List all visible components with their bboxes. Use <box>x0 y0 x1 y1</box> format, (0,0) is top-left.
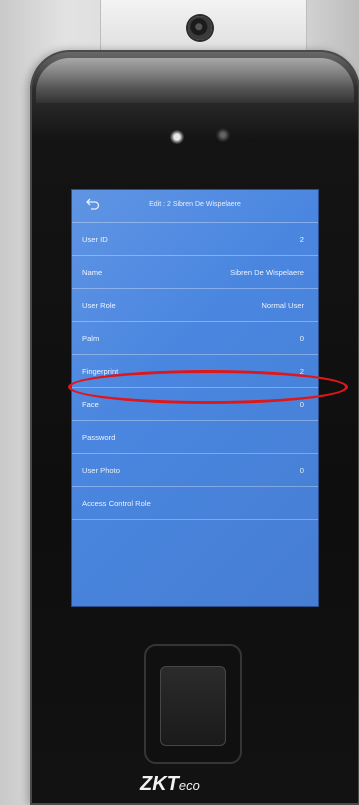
row-value: 0 <box>299 466 304 475</box>
face-row-highlight <box>68 370 348 404</box>
camera-lens-icon <box>216 128 230 142</box>
row-label: User ID <box>82 235 108 244</box>
row-label: User Photo <box>82 466 120 475</box>
title-bar: Edit : 2 Sibren De Wispelaere <box>72 190 318 222</box>
brand-logo: ZKTeco <box>140 773 200 796</box>
logo-suffix: eco <box>178 778 200 793</box>
logo-main: ZKT <box>140 773 179 795</box>
fingerprint-window <box>160 666 226 746</box>
row-label: Access Control Role <box>82 499 151 508</box>
row-label: Palm <box>82 334 100 343</box>
row-label: User Role <box>82 301 116 310</box>
row-palm[interactable]: Palm 0 <box>72 321 318 354</box>
ir-sensor-icon <box>170 130 184 144</box>
row-label: Password <box>82 433 116 442</box>
empty-area <box>72 519 318 606</box>
row-value: Normal User <box>261 301 304 310</box>
row-value: 2 <box>299 235 304 244</box>
row-value: Sibren De Wispelaere <box>230 268 304 277</box>
row-label: Face <box>82 400 99 409</box>
row-user-role[interactable]: User Role Normal User <box>72 288 318 321</box>
row-value: 0 <box>299 400 304 409</box>
screen-title: Edit : 2 Sibren De Wispelaere <box>149 201 241 208</box>
row-access-control-role[interactable]: Access Control Role <box>72 486 318 519</box>
row-name[interactable]: Name Sibren De Wispelaere <box>72 255 318 288</box>
row-user-id[interactable]: User ID 2 <box>72 222 318 255</box>
bezel-glare <box>36 58 354 103</box>
row-user-photo[interactable]: User Photo 0 <box>72 453 318 486</box>
row-password[interactable]: Password <box>72 420 318 453</box>
row-value: 0 <box>299 334 304 343</box>
camera-icon <box>188 16 212 40</box>
row-label: Name <box>82 268 103 277</box>
